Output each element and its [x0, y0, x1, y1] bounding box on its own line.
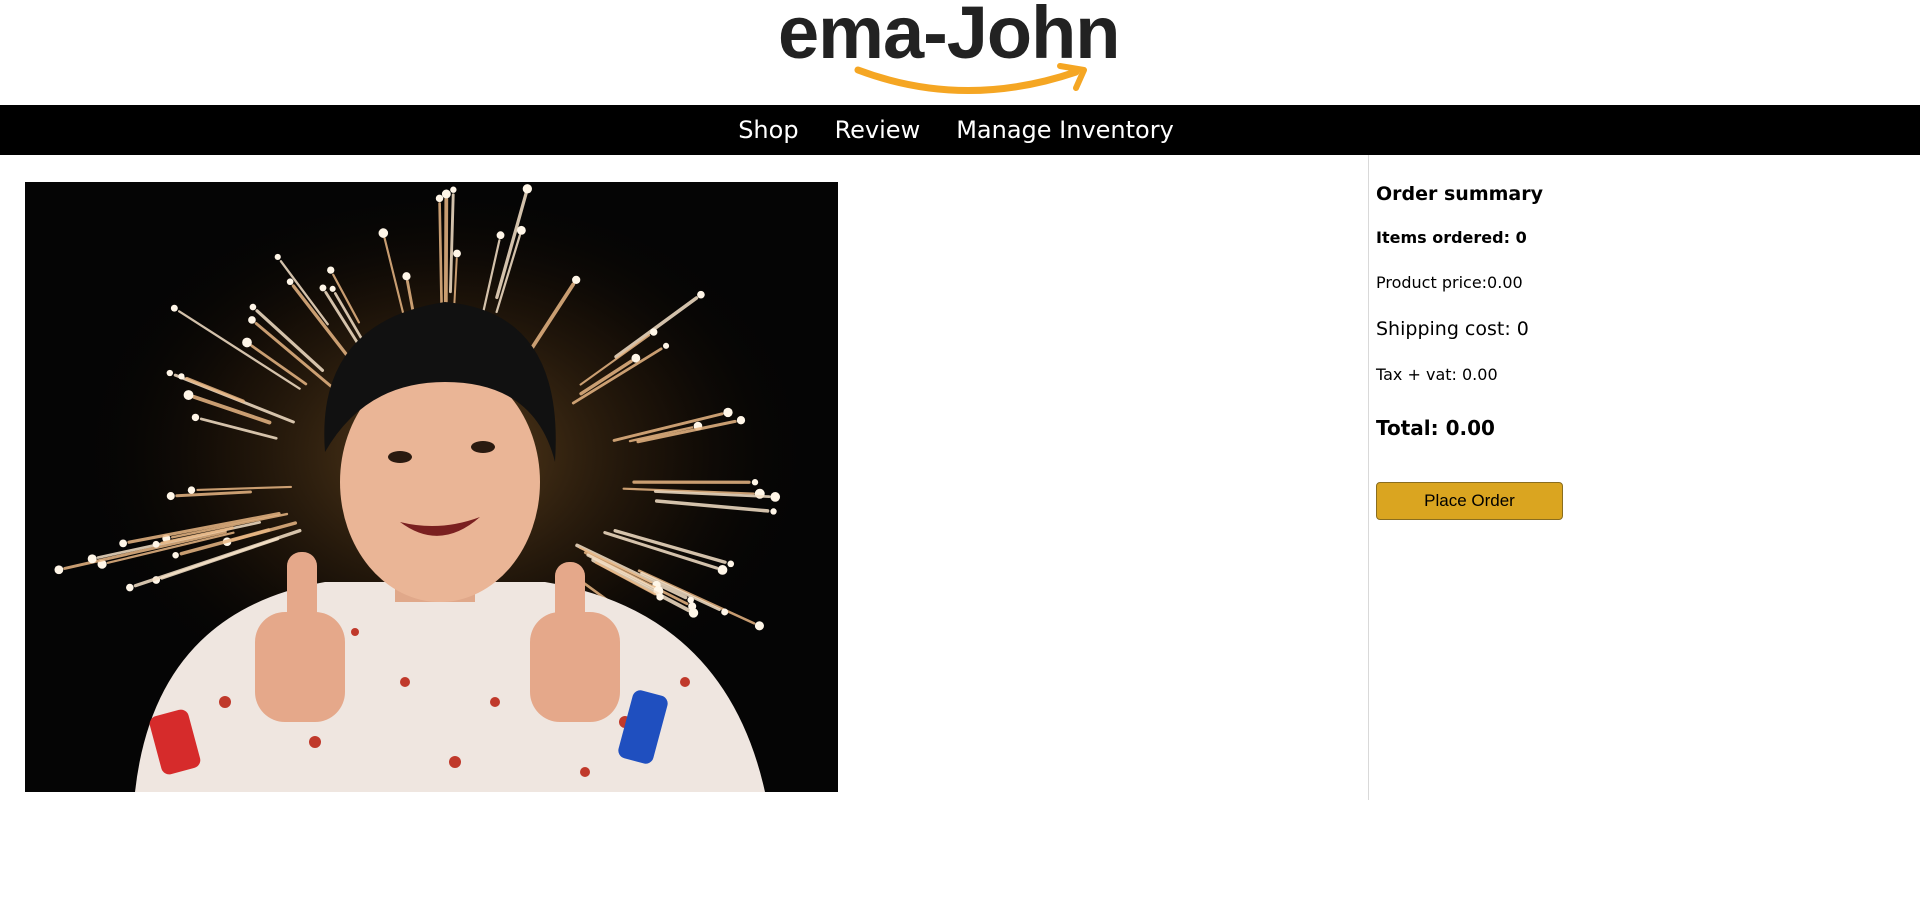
firework-spark-tip	[166, 369, 173, 377]
firework-spark-tip	[751, 479, 759, 486]
firework-spark-tip	[54, 565, 64, 575]
firework-spark-tip	[187, 486, 196, 494]
firework-spark-tip	[717, 565, 728, 575]
firework-spark-tip	[435, 194, 444, 203]
main-content: Order summary Items ordered: 0 Product p…	[0, 155, 1920, 800]
nav-shop[interactable]: Shop	[738, 118, 798, 142]
nav-manage-inventory[interactable]: Manage Inventory	[956, 118, 1174, 142]
top-nav: Shop Review Manage Inventory	[0, 105, 1920, 155]
header: ema-John	[0, 0, 1920, 105]
order-summary: Order summary Items ordered: 0 Product p…	[1369, 155, 1920, 800]
fireworks-person-image	[25, 182, 838, 792]
firework-spark-tip	[170, 304, 178, 312]
firework-spark-tip	[126, 583, 134, 592]
firework-spark-tip	[522, 184, 533, 194]
order-total: Total: 0.00	[1376, 415, 1495, 440]
firework-spark-tip	[687, 596, 694, 604]
firework-spark-tip	[327, 266, 335, 274]
firework-spark-tip	[87, 554, 97, 564]
review-pane	[0, 155, 1369, 800]
firework-spark-tip	[248, 316, 256, 324]
firework-spark-tip	[572, 275, 581, 285]
logo[interactable]: ema-John	[778, 0, 1138, 100]
firework-spark-tip	[736, 416, 746, 425]
logo-text: ema-John	[778, 0, 1121, 74]
firework-spark-tip	[723, 407, 733, 418]
tax-vat: Tax + vat: 0.00	[1376, 364, 1498, 384]
firework-spark-tip	[378, 228, 389, 238]
firework-spark-tip	[249, 303, 257, 311]
firework-spark-tip	[441, 189, 451, 199]
product-price: Product price:0.00	[1376, 272, 1523, 292]
order-summary-title: Order summary	[1376, 183, 1544, 205]
firework-spark-tip	[119, 539, 127, 548]
firework-spark-tip	[453, 249, 461, 258]
nav-review[interactable]: Review	[835, 118, 921, 142]
firework-spark-tip	[688, 608, 699, 618]
firework-spark-tip	[697, 290, 705, 299]
firework-spark-tip	[656, 593, 664, 601]
firework-spark-tip	[770, 508, 777, 515]
celebration-image	[25, 182, 838, 792]
firework-spark-tip	[402, 272, 411, 281]
firework-spark-tip	[727, 560, 735, 568]
firework-spark-tip	[286, 278, 294, 286]
firework-spark-tip	[274, 253, 281, 261]
firework-spark-tip	[721, 608, 729, 616]
shipping-cost: Shipping cost: 0	[1376, 317, 1529, 340]
firework-spark-tip	[319, 284, 327, 292]
firework-spark-tip	[496, 231, 505, 240]
firework-spark-tip	[662, 342, 670, 349]
place-order-button[interactable]: Place Order	[1376, 481, 1563, 520]
items-ordered: Items ordered: 0	[1376, 227, 1527, 247]
firework-spark-tip	[770, 492, 781, 502]
firework-spark-tip	[183, 390, 194, 400]
firework-spark-tip	[516, 225, 526, 235]
firework-spark-tip	[152, 540, 160, 548]
firework-spark-tip	[166, 492, 175, 501]
firework-spark-tip	[191, 413, 200, 422]
firework-spark-tip	[329, 285, 336, 292]
firework-spark-tip	[172, 551, 179, 559]
firework-spark-tip	[754, 621, 764, 631]
firework-spark-tip	[650, 328, 658, 336]
firework-spark-tip	[242, 337, 252, 348]
smile-arrow-icon	[854, 63, 1087, 94]
firework-spark-tip	[178, 373, 185, 380]
firework-spark-tip	[450, 186, 457, 193]
